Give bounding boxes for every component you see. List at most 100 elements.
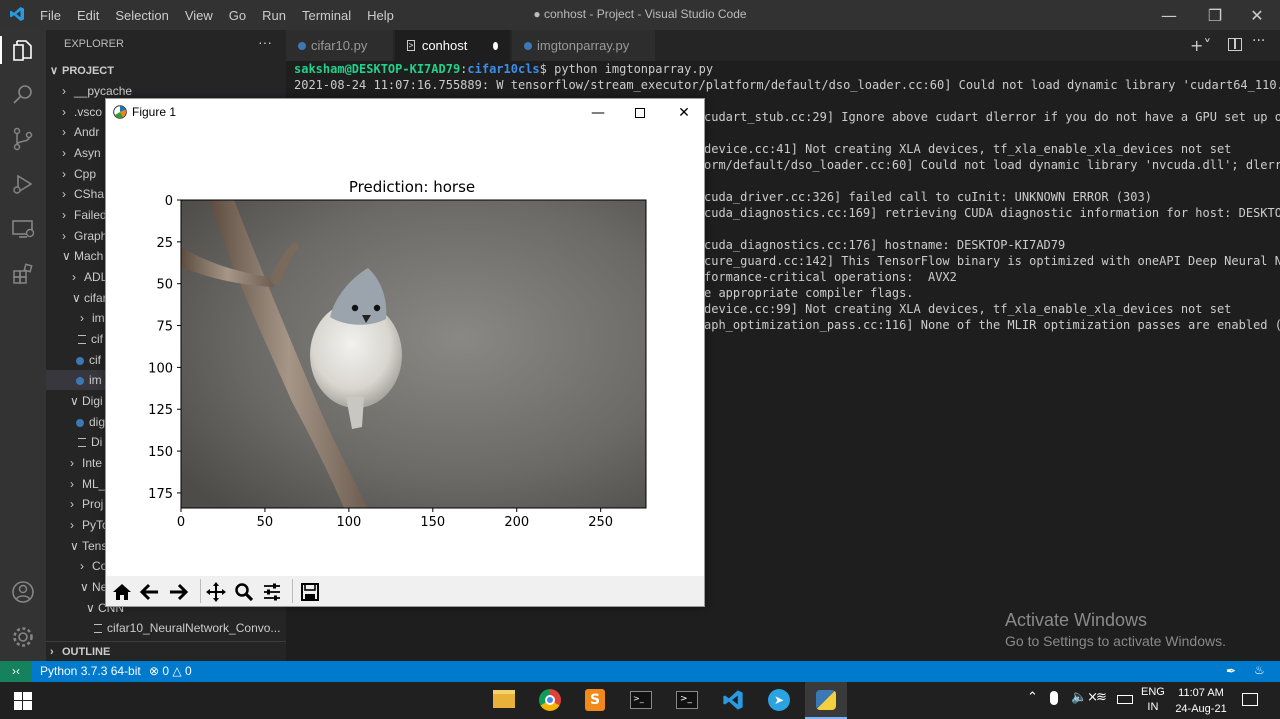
unsaved-dot-icon[interactable] — [493, 41, 498, 50]
account-icon[interactable] — [9, 578, 37, 606]
sublime-taskbar-icon[interactable]: S — [585, 689, 605, 711]
terminal-taskbar-icon[interactable]: >_ — [630, 691, 652, 709]
vscode-taskbar-icon[interactable] — [722, 689, 744, 711]
activate-line1: Activate Windows — [1005, 610, 1148, 630]
notification-center-icon[interactable] — [1242, 693, 1258, 706]
y-tick-label: 75 — [156, 320, 173, 335]
problems-indicator[interactable]: ⊗ 0 △ 0 — [149, 664, 192, 678]
x-tick-label: 200 — [504, 515, 529, 530]
wifi-icon[interactable]: ≋ — [1096, 690, 1107, 705]
feedback-icon[interactable]: ✒ — [1226, 664, 1236, 678]
y-tick-label: 100 — [148, 361, 173, 376]
warning-icon: △ — [169, 664, 185, 678]
activity-bar — [0, 30, 46, 661]
activate-line2: Go to Settings to activate Windows. — [1005, 633, 1226, 649]
tree-item[interactable]: cifar10_NeuralNetwork_Convo... — [46, 618, 286, 638]
split-add-icon[interactable]: +˅ — [1190, 36, 1211, 55]
more-actions-icon[interactable]: ··· — [258, 34, 272, 50]
tree-item-label: Inte — [82, 456, 103, 470]
remote-explorer-icon[interactable] — [9, 215, 37, 243]
project-section[interactable]: ∨ PROJECT — [46, 61, 286, 81]
tree-item-label: CSha — [74, 187, 105, 201]
y-tick-label: 0 — [165, 194, 173, 209]
microphone-icon[interactable] — [1050, 691, 1058, 705]
image-raster — [181, 200, 646, 508]
python-figure-taskbar-icon[interactable] — [805, 682, 847, 719]
remote-indicator[interactable]: ›‹ — [0, 661, 32, 682]
plot-canvas: Prediction: horse 0 50 100 150 200 250 0 25 50 7… — [148, 178, 647, 530]
close-button[interactable]: ✕ — [1234, 0, 1280, 30]
notifications-bell-icon[interactable]: ♨ — [1254, 663, 1265, 677]
region-code: IN — [1147, 701, 1159, 713]
source-control-icon[interactable] — [9, 125, 37, 153]
pan-button[interactable] — [204, 580, 228, 604]
split-editor-icon[interactable] — [1228, 38, 1242, 51]
restore-button[interactable]: ❐ — [1192, 0, 1238, 30]
tree-item-label: Failed — [74, 208, 107, 222]
x-axis: 0 50 100 150 200 250 — [177, 508, 613, 530]
telegram-taskbar-icon[interactable]: ➤ — [768, 689, 790, 711]
x-tick-label: 150 — [420, 515, 445, 530]
chevron-right-icon: › — [62, 125, 66, 139]
explorer-icon[interactable] — [9, 36, 37, 64]
chevron-right-icon: › — [50, 646, 54, 658]
outline-section[interactable]: › OUTLINE — [46, 641, 286, 661]
tab-conhost[interactable]: > conhost — [395, 30, 511, 61]
sliders-icon — [264, 583, 280, 601]
chevron-right-icon: › — [80, 311, 84, 325]
chrome-taskbar-icon[interactable] — [539, 689, 561, 711]
tree-item-label: Proj — [82, 497, 104, 511]
x-tick-label: 100 — [336, 515, 361, 530]
tree-item-label: Asyn — [74, 146, 101, 160]
back-button[interactable] — [138, 580, 162, 604]
forward-button[interactable] — [166, 580, 190, 604]
chevron-right-icon: › — [70, 497, 74, 511]
battery-icon[interactable] — [1117, 695, 1133, 704]
file-lines-icon — [94, 624, 102, 634]
chevron-right-icon: › — [62, 167, 66, 181]
y-tick-label: 25 — [156, 236, 173, 251]
arrow-left-icon — [140, 583, 158, 601]
home-button[interactable] — [110, 580, 134, 604]
prompt-command: $ python imgtonparray.py — [539, 62, 714, 76]
toolbar-separator — [200, 579, 201, 603]
explorer-header: EXPLORER — [64, 38, 124, 50]
tree-item-label: Di — [91, 435, 103, 449]
language-indicator[interactable]: ENG IN — [1141, 685, 1165, 715]
zoom-button[interactable] — [232, 580, 256, 604]
powershell-taskbar-icon[interactable]: >_ — [676, 691, 698, 709]
minimize-button[interactable]: — — [1146, 0, 1192, 30]
tab-label: conhost — [421, 38, 468, 53]
figure-close-button[interactable]: ✕ — [662, 99, 706, 127]
save-figure-button[interactable] — [298, 580, 322, 604]
chevron-right-icon: › — [62, 187, 66, 201]
show-hidden-icons-chevron-icon[interactable]: ⌃ — [1027, 690, 1038, 705]
prompt-user: saksham@DESKTOP-KI7AD79 — [294, 62, 461, 76]
clock-time: 11:07 AM — [1178, 687, 1224, 699]
arrow-right-icon — [170, 583, 188, 601]
chevron-right-icon: › — [80, 559, 84, 573]
file-lines-icon — [78, 438, 86, 448]
figure-minimize-button[interactable]: — — [576, 99, 620, 127]
windows-taskbar: S >_ >_ ➤ ⌃ 🔈× ≋ ENG IN 11:07 AM 24-Aug-21 — [0, 682, 1280, 719]
configure-subplots-button[interactable] — [260, 580, 284, 604]
chevron-down-icon: ∨ — [72, 291, 81, 305]
python-file-icon — [76, 418, 84, 427]
windows-start-icon[interactable] — [14, 692, 32, 710]
settings-gear-icon[interactable] — [9, 623, 37, 651]
python-interpreter[interactable]: Python 3.7.3 64-bit — [40, 664, 141, 678]
figure-maximize-button[interactable] — [618, 99, 662, 127]
volume-muted-icon[interactable]: 🔈× — [1071, 690, 1098, 705]
error-icon: ⊗ — [149, 664, 163, 678]
search-icon[interactable] — [9, 81, 37, 109]
tree-item-label: im — [89, 373, 102, 387]
clock[interactable]: 11:07 AM 24-Aug-21 — [1168, 685, 1234, 717]
extensions-icon[interactable] — [9, 260, 37, 288]
tab-imgtonparray[interactable]: imgtonparray.py — [512, 30, 656, 61]
run-debug-icon[interactable] — [9, 170, 37, 198]
tree-item-label: cifar10_NeuralNetwork_Convo... — [107, 621, 281, 635]
file-explorer-taskbar-icon[interactable] — [493, 690, 515, 708]
more-actions-icon[interactable]: ··· — [1252, 33, 1265, 49]
matplotlib-app-icon — [113, 105, 127, 119]
tab-cifar10[interactable]: cifar10.py — [286, 30, 394, 61]
